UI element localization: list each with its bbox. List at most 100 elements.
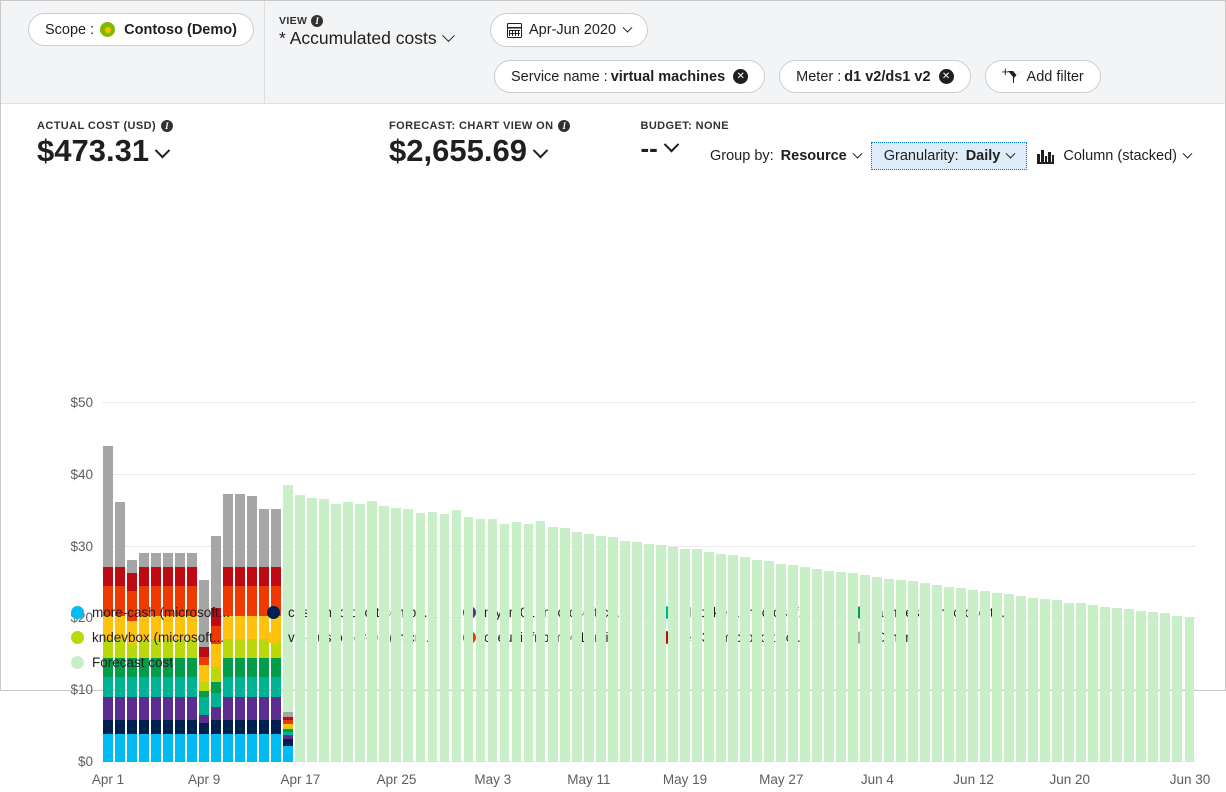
bar-column[interactable] xyxy=(595,403,607,762)
bar-column[interactable] xyxy=(330,403,342,762)
bar-column[interactable] xyxy=(607,403,619,762)
bar-column[interactable] xyxy=(859,403,871,762)
bar-column[interactable] xyxy=(150,403,162,762)
view-name-row[interactable]: * Accumulated costs xyxy=(279,28,480,49)
bar-column[interactable] xyxy=(354,403,366,762)
bar-column[interactable] xyxy=(931,403,943,762)
bar-column[interactable] xyxy=(583,403,595,762)
bar-column[interactable] xyxy=(883,403,895,762)
bar-column[interactable] xyxy=(715,403,727,762)
bar-column[interactable] xyxy=(462,403,474,762)
bar-column[interactable] xyxy=(835,403,847,762)
bar-column[interactable] xyxy=(1135,403,1147,762)
bar-column[interactable] xyxy=(210,403,222,762)
bar-column[interactable] xyxy=(823,403,835,762)
bar-column[interactable] xyxy=(487,403,499,762)
bar-column[interactable] xyxy=(450,403,462,762)
bar-column[interactable] xyxy=(763,403,775,762)
bar-column[interactable] xyxy=(523,403,535,762)
bar-column[interactable] xyxy=(234,403,246,762)
bar-column[interactable] xyxy=(1039,403,1051,762)
bar-column[interactable] xyxy=(547,403,559,762)
bar-column[interactable] xyxy=(895,403,907,762)
group-by-selector[interactable]: Group by: Resource xyxy=(700,143,871,169)
granularity-selector[interactable]: Granularity: Daily xyxy=(871,142,1028,170)
bar-column[interactable] xyxy=(1003,403,1015,762)
bar-column[interactable] xyxy=(1171,403,1183,762)
bar-column[interactable] xyxy=(222,403,234,762)
bar-column[interactable] xyxy=(499,403,511,762)
bar-column[interactable] xyxy=(186,403,198,762)
bar-column[interactable] xyxy=(402,403,414,762)
bar-column[interactable] xyxy=(414,403,426,762)
bar-column[interactable] xyxy=(955,403,967,762)
bar-column[interactable] xyxy=(474,403,486,762)
bar-column[interactable] xyxy=(787,403,799,762)
add-filter-button[interactable]: + Add filter xyxy=(985,60,1101,93)
legend-item[interactable]: Forecast cost xyxy=(71,655,267,670)
bar-column[interactable] xyxy=(667,403,679,762)
bar-column[interactable] xyxy=(679,403,691,762)
filter-chip-service-name[interactable]: Service name : virtual machines ✕ xyxy=(494,60,765,93)
bar-column[interactable] xyxy=(655,403,667,762)
bar-column[interactable] xyxy=(114,403,126,762)
bar-column[interactable] xyxy=(270,403,282,762)
bar-column[interactable] xyxy=(691,403,703,762)
date-range-button[interactable]: Apr-Jun 2020 xyxy=(490,13,648,47)
bar-column[interactable] xyxy=(979,403,991,762)
bar-column[interactable] xyxy=(571,403,583,762)
bar-column[interactable] xyxy=(1027,403,1039,762)
bar-column[interactable] xyxy=(174,403,186,762)
bar-column[interactable] xyxy=(943,403,955,762)
bar-column[interactable] xyxy=(967,403,979,762)
bar-column[interactable] xyxy=(138,403,150,762)
bar-column[interactable] xyxy=(739,403,751,762)
bar-column[interactable] xyxy=(919,403,931,762)
bar-column[interactable] xyxy=(1015,403,1027,762)
bar-column[interactable] xyxy=(198,403,210,762)
bar-column[interactable] xyxy=(799,403,811,762)
chart-type-selector[interactable]: Column (stacked) xyxy=(1027,143,1201,169)
bar-column[interactable] xyxy=(1123,403,1135,762)
remove-icon[interactable]: ✕ xyxy=(733,69,748,84)
info-icon[interactable]: i xyxy=(558,120,570,132)
legend-item[interactable]: kndevbox (microsoft... xyxy=(71,630,267,645)
bar-column[interactable] xyxy=(342,403,354,762)
bar-column[interactable] xyxy=(306,403,318,762)
bar-column[interactable] xyxy=(1099,403,1111,762)
bar-column[interactable] xyxy=(619,403,631,762)
bar-column[interactable] xyxy=(631,403,643,762)
bar-column[interactable] xyxy=(162,403,174,762)
remove-icon[interactable]: ✕ xyxy=(939,69,954,84)
filter-chip-meter[interactable]: Meter : d1 v2/ds1 v2 ✕ xyxy=(779,60,970,93)
info-icon[interactable]: i xyxy=(161,120,173,132)
bar-column[interactable] xyxy=(282,403,294,762)
bar-column[interactable] xyxy=(643,403,655,762)
bar-column[interactable] xyxy=(511,403,523,762)
kpi-value-row[interactable]: $2,655.69 xyxy=(389,135,570,168)
bar-column[interactable] xyxy=(102,403,114,762)
bar-column[interactable] xyxy=(811,403,823,762)
bar-column[interactable] xyxy=(535,403,547,762)
view-selector[interactable]: VIEW i * Accumulated costs xyxy=(275,13,480,49)
bar-column[interactable] xyxy=(907,403,919,762)
bar-column[interactable] xyxy=(378,403,390,762)
bar-column[interactable] xyxy=(1087,403,1099,762)
bar-column[interactable] xyxy=(847,403,859,762)
bar-column[interactable] xyxy=(318,403,330,762)
bar-column[interactable] xyxy=(871,403,883,762)
kpi-value-row[interactable]: $473.31 xyxy=(37,135,173,168)
info-icon[interactable]: i xyxy=(311,15,323,27)
bar-column[interactable] xyxy=(775,403,787,762)
bar-column[interactable] xyxy=(1111,403,1123,762)
bar-column[interactable] xyxy=(1051,403,1063,762)
bar-column[interactable] xyxy=(294,403,306,762)
bar-column[interactable] xyxy=(751,403,763,762)
bar-column[interactable] xyxy=(390,403,402,762)
bar-column[interactable] xyxy=(366,403,378,762)
bar-column[interactable] xyxy=(991,403,1003,762)
bar-column[interactable] xyxy=(559,403,571,762)
bar-column[interactable] xyxy=(426,403,438,762)
bar-column[interactable] xyxy=(1147,403,1159,762)
bar-column[interactable] xyxy=(1183,403,1195,762)
